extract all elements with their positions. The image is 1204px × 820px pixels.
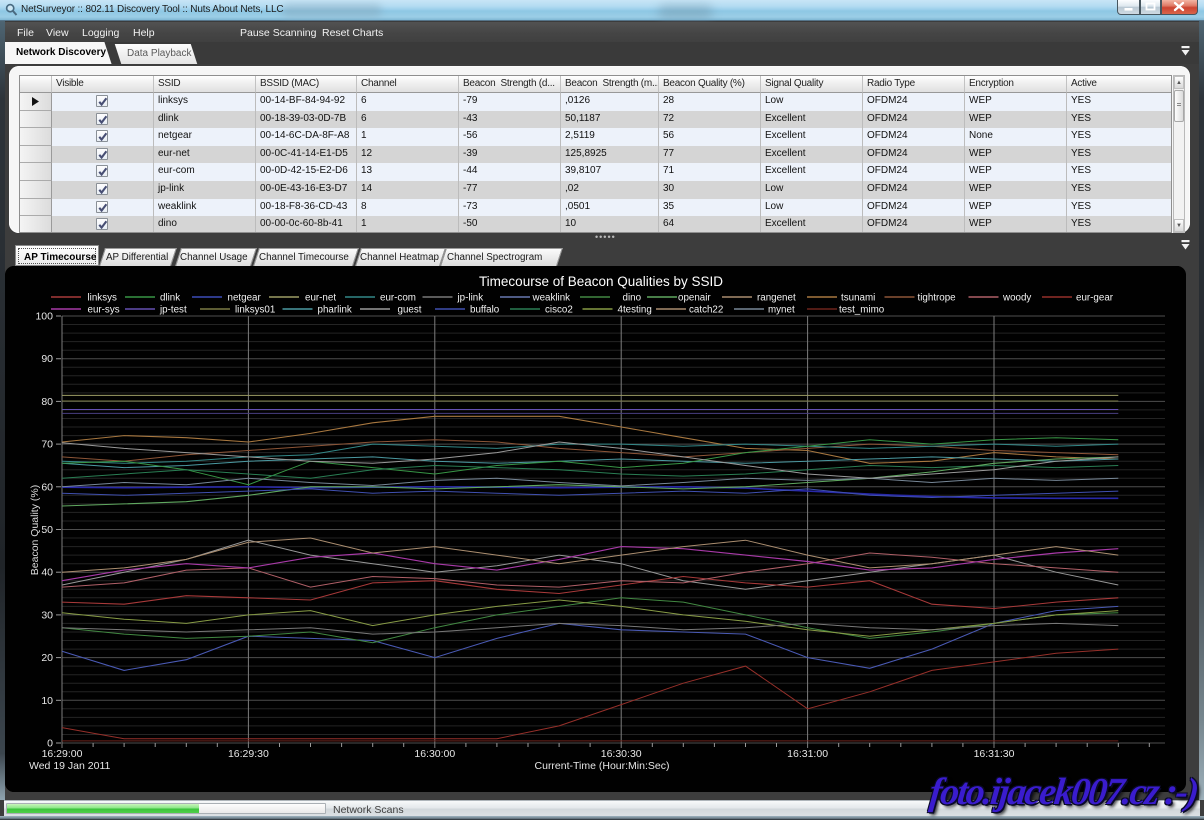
svg-text:60: 60	[41, 481, 53, 493]
svg-text:jp-link: jp-link	[457, 293, 484, 304]
svg-text:catch22: catch22	[689, 305, 723, 316]
svg-text:10: 10	[41, 695, 53, 707]
svg-text:netgear: netgear	[228, 293, 262, 304]
svg-text:30: 30	[41, 609, 53, 621]
svg-text:70: 70	[41, 439, 53, 451]
svg-text:weaklink: weaklink	[532, 293, 571, 304]
svg-text:16:29:00: 16:29:00	[42, 748, 83, 760]
svg-text:cisco2: cisco2	[545, 305, 573, 316]
svg-text:80: 80	[41, 396, 53, 408]
svg-text:eur-com: eur-com	[380, 293, 416, 304]
svg-text:16:31:30: 16:31:30	[974, 748, 1015, 760]
svg-text:tsunami: tsunami	[841, 293, 875, 304]
svg-text:guest: guest	[398, 305, 422, 316]
svg-text:90: 90	[41, 353, 53, 365]
svg-text:woody: woody	[1002, 293, 1031, 304]
svg-text:50: 50	[41, 524, 53, 536]
svg-text:mynet: mynet	[768, 305, 795, 316]
svg-text:test_mimo: test_mimo	[839, 305, 885, 316]
svg-text:100: 100	[35, 311, 53, 323]
svg-text:16:31:00: 16:31:00	[787, 748, 828, 760]
svg-text:openair: openair	[678, 293, 711, 304]
svg-text:Timecourse of Beacon Qualities: Timecourse of Beacon Qualities by SSID	[479, 274, 723, 289]
svg-text:16:30:00: 16:30:00	[414, 748, 455, 760]
svg-text:dino: dino	[623, 293, 642, 304]
svg-text:16:29:30: 16:29:30	[228, 748, 269, 760]
svg-text:pharlink: pharlink	[318, 305, 352, 316]
svg-text:buffalo: buffalo	[470, 305, 500, 316]
svg-text:eur-sys: eur-sys	[88, 305, 120, 316]
svg-text:tightrope: tightrope	[918, 293, 957, 304]
svg-text:20: 20	[41, 652, 53, 664]
svg-text:linksys: linksys	[88, 293, 117, 304]
svg-text:jp-test: jp-test	[159, 305, 187, 316]
svg-text:40: 40	[41, 567, 53, 579]
svg-text:linksys01: linksys01	[235, 305, 275, 316]
svg-text:rangenet: rangenet	[757, 293, 796, 304]
svg-text:dlink: dlink	[160, 293, 180, 304]
svg-text:eur-gear: eur-gear	[1076, 293, 1114, 304]
svg-text:16:30:30: 16:30:30	[601, 748, 642, 760]
svg-text:eur-net: eur-net	[305, 293, 336, 304]
svg-text:4testing: 4testing	[618, 305, 652, 316]
svg-text:Beacon Quality (%): Beacon Quality (%)	[29, 485, 41, 575]
